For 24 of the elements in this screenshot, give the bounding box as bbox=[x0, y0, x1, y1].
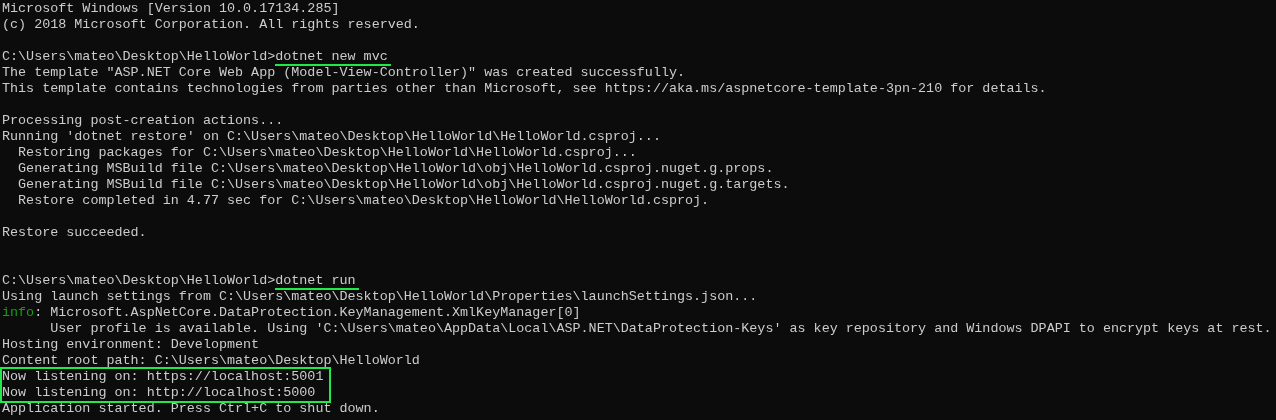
console-text: (c) 2018 Microsoft Corporation. All rights reserved. bbox=[2, 17, 420, 33]
console-text: Now listening on: https://localhost:5001 bbox=[2, 369, 324, 385]
console-text: Generating MSBuild file C:\Users\mateo\Desktop\HelloWorld\obj\HelloWorld.csproj.nuget.g.targets. bbox=[17, 177, 790, 193]
console-text: Content root path: C:\Users\mateo\Desktop\HelloWorld bbox=[2, 353, 420, 369]
prompt-text: C:\Users\mateo\Desktop\HelloWorld> bbox=[2, 49, 276, 65]
log-level: info bbox=[2, 305, 35, 321]
console-text: Restore completed in 4.77 sec for C:\Users\mateo\Desktop\HelloWorld\HelloWorld.csproj. bbox=[17, 193, 710, 209]
console-text: Now listening on: http://localhost:5000 bbox=[2, 385, 316, 401]
console-text: Using launch settings from C:\Users\mateo\Desktop\HelloWorld\Properties\launchSettings.json... bbox=[2, 289, 758, 305]
console-text: Generating MSBuild file C:\Users\mateo\Desktop\HelloWorld\obj\HelloWorld.csproj.nuget.g.props. bbox=[17, 161, 774, 177]
underlined-command: dotnet new mvc bbox=[275, 49, 391, 66]
console-text: Application started. Press Ctrl+C to shut down. bbox=[2, 401, 380, 417]
log-message: : Microsoft.AspNetCore.DataProtection.KeyManagement.XmlKeyManager[0] bbox=[34, 305, 581, 321]
console-text: This template contains technologies from parties other than Microsoft, see https://aka.ms/aspnetcore-template-3pn-210 for details. bbox=[2, 81, 1047, 97]
console-text: Restore succeeded. bbox=[2, 225, 147, 241]
console-text: User profile is available. Using 'C:\Users\mateo\AppData\Local\ASP.NET\DataProtection-Keys' as key repository and Windows DPAPI to encrypt keys at rest. bbox=[49, 321, 1272, 337]
console-text: The template "ASP.NET Core Web App (Model-View-Controller)" was created successfully. bbox=[2, 65, 686, 81]
underlined-command: dotnet run bbox=[275, 273, 359, 290]
console-text: Running 'dotnet restore' on C:\Users\mateo\Desktop\HelloWorld\HelloWorld.csproj... bbox=[2, 129, 661, 145]
console-text: Microsoft Windows [Version 10.0.17134.285] bbox=[2, 1, 340, 17]
console-text: Processing post-creation actions... bbox=[2, 113, 284, 129]
console-text: Restoring packages for C:\Users\mateo\Desktop\HelloWorld\HelloWorld.csproj... bbox=[17, 145, 637, 161]
console-text: Hosting environment: Development bbox=[2, 337, 260, 353]
prompt-text: C:\Users\mateo\Desktop\HelloWorld> bbox=[2, 273, 276, 289]
